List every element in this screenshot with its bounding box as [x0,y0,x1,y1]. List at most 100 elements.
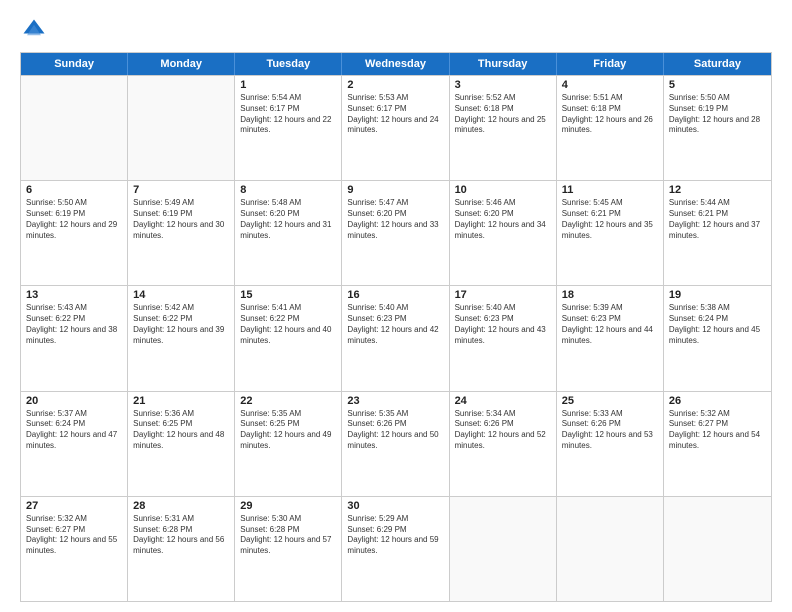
day-cell-20: 20 Sunrise: 5:37 AM Sunset: 6:24 PM Dayli… [21,392,128,496]
day-cell-21: 21 Sunrise: 5:36 AM Sunset: 6:25 PM Dayli… [128,392,235,496]
calendar-body: 1Sunrise: 5:54 AM Sunset: 6:17 PM Daylig… [21,75,771,601]
day-number: 13 [26,289,122,301]
day-number: 27 [26,500,122,512]
weekday-header-saturday: Saturday [664,53,771,75]
day-info: Sunrise: 5:35 AM Sunset: 6:26 PM Dayligh… [347,409,443,452]
day-info: Sunrise: 5:29 AM Sunset: 6:29 PM Dayligh… [347,514,443,557]
day-cell-22: 22Sunrise: 5:35 AM Sunset: 6:25 PM Dayli… [235,392,342,496]
day-cell-29: 29 Sunrise: 5:30 AM Sunset: 6:28 PM Dayli… [235,497,342,601]
day-cell-2: 2 Sunrise: 5:53 AM Sunset: 6:17 PM Daylig… [342,76,449,180]
header [20,16,772,44]
day-number: 5 [669,79,766,91]
day-info: Sunrise: 5:32 AM Sunset: 6:27 PM Dayligh… [669,409,766,452]
day-info: Sunrise: 5:40 AM Sunset: 6:23 PM Dayligh… [455,303,551,346]
day-info: Sunrise: 5:51 AM Sunset: 6:18 PM Dayligh… [562,93,658,136]
day-number: 29 [240,500,336,512]
day-number: 20 [26,395,122,407]
day-number: 15 [240,289,336,301]
day-cell-13: 13 Sunrise: 5:43 AM Sunset: 6:22 PM Dayli… [21,286,128,390]
day-number: 1 [240,79,336,91]
day-cell-11: 11 Sunrise: 5:45 AM Sunset: 6:21 PM Dayli… [557,181,664,285]
day-cell-3: 3 Sunrise: 5:52 AM Sunset: 6:18 PM Daylig… [450,76,557,180]
logo [20,16,52,44]
calendar-row-3: 20 Sunrise: 5:37 AM Sunset: 6:24 PM Dayli… [21,391,771,496]
day-cell-19: 19 Sunrise: 5:38 AM Sunset: 6:24 PM Dayli… [664,286,771,390]
day-cell-18: 18 Sunrise: 5:39 AM Sunset: 6:23 PM Dayli… [557,286,664,390]
day-number: 3 [455,79,551,91]
day-cell-10: 10 Sunrise: 5:46 AM Sunset: 6:20 PM Dayli… [450,181,557,285]
day-cell-25: 25Sunrise: 5:33 AM Sunset: 6:26 PM Dayli… [557,392,664,496]
day-info: Sunrise: 5:36 AM Sunset: 6:25 PM Dayligh… [133,409,229,452]
day-info: Sunrise: 5:40 AM Sunset: 6:23 PM Dayligh… [347,303,443,346]
day-info: Sunrise: 5:37 AM Sunset: 6:24 PM Dayligh… [26,409,122,452]
day-number: 23 [347,395,443,407]
day-info: Sunrise: 5:46 AM Sunset: 6:20 PM Dayligh… [455,198,551,241]
day-info: Sunrise: 5:49 AM Sunset: 6:19 PM Dayligh… [133,198,229,241]
day-info: Sunrise: 5:42 AM Sunset: 6:22 PM Dayligh… [133,303,229,346]
weekday-header-wednesday: Wednesday [342,53,449,75]
day-info: Sunrise: 5:52 AM Sunset: 6:18 PM Dayligh… [455,93,551,136]
day-info: Sunrise: 5:50 AM Sunset: 6:19 PM Dayligh… [669,93,766,136]
day-number: 18 [562,289,658,301]
day-info: Sunrise: 5:33 AM Sunset: 6:26 PM Dayligh… [562,409,658,452]
page: SundayMondayTuesdayWednesdayThursdayFrid… [0,0,792,612]
day-cell-4: 4Sunrise: 5:51 AM Sunset: 6:18 PM Daylig… [557,76,664,180]
day-cell-30: 30 Sunrise: 5:29 AM Sunset: 6:29 PM Dayli… [342,497,449,601]
day-info: Sunrise: 5:43 AM Sunset: 6:22 PM Dayligh… [26,303,122,346]
calendar: SundayMondayTuesdayWednesdayThursdayFrid… [20,52,772,602]
day-info: Sunrise: 5:44 AM Sunset: 6:21 PM Dayligh… [669,198,766,241]
day-info: Sunrise: 5:41 AM Sunset: 6:22 PM Dayligh… [240,303,336,346]
weekday-header-monday: Monday [128,53,235,75]
day-number: 6 [26,184,122,196]
day-cell-6: 6 Sunrise: 5:50 AM Sunset: 6:19 PM Daylig… [21,181,128,285]
calendar-row-4: 27 Sunrise: 5:32 AM Sunset: 6:27 PM Dayli… [21,496,771,601]
day-info: Sunrise: 5:31 AM Sunset: 6:28 PM Dayligh… [133,514,229,557]
day-cell-7: 7 Sunrise: 5:49 AM Sunset: 6:19 PM Daylig… [128,181,235,285]
day-info: Sunrise: 5:47 AM Sunset: 6:20 PM Dayligh… [347,198,443,241]
logo-icon [20,16,48,44]
day-info: Sunrise: 5:45 AM Sunset: 6:21 PM Dayligh… [562,198,658,241]
calendar-row-0: 1Sunrise: 5:54 AM Sunset: 6:17 PM Daylig… [21,75,771,180]
day-info: Sunrise: 5:39 AM Sunset: 6:23 PM Dayligh… [562,303,658,346]
day-info: Sunrise: 5:53 AM Sunset: 6:17 PM Dayligh… [347,93,443,136]
day-cell-26: 26 Sunrise: 5:32 AM Sunset: 6:27 PM Dayli… [664,392,771,496]
day-number: 11 [562,184,658,196]
empty-cell [128,76,235,180]
weekday-header-friday: Friday [557,53,664,75]
calendar-row-1: 6 Sunrise: 5:50 AM Sunset: 6:19 PM Daylig… [21,180,771,285]
day-info: Sunrise: 5:30 AM Sunset: 6:28 PM Dayligh… [240,514,336,557]
day-number: 17 [455,289,551,301]
day-number: 14 [133,289,229,301]
weekday-header-thursday: Thursday [450,53,557,75]
day-number: 30 [347,500,443,512]
day-cell-23: 23 Sunrise: 5:35 AM Sunset: 6:26 PM Dayli… [342,392,449,496]
day-number: 9 [347,184,443,196]
empty-cell [21,76,128,180]
day-number: 21 [133,395,229,407]
day-number: 2 [347,79,443,91]
day-number: 7 [133,184,229,196]
day-cell-15: 15 Sunrise: 5:41 AM Sunset: 6:22 PM Dayli… [235,286,342,390]
day-number: 16 [347,289,443,301]
weekday-header-tuesday: Tuesday [235,53,342,75]
day-info: Sunrise: 5:38 AM Sunset: 6:24 PM Dayligh… [669,303,766,346]
day-cell-8: 8Sunrise: 5:48 AM Sunset: 6:20 PM Daylig… [235,181,342,285]
day-info: Sunrise: 5:32 AM Sunset: 6:27 PM Dayligh… [26,514,122,557]
day-number: 26 [669,395,766,407]
day-cell-27: 27 Sunrise: 5:32 AM Sunset: 6:27 PM Dayli… [21,497,128,601]
day-number: 24 [455,395,551,407]
day-cell-9: 9 Sunrise: 5:47 AM Sunset: 6:20 PM Daylig… [342,181,449,285]
calendar-header: SundayMondayTuesdayWednesdayThursdayFrid… [21,53,771,75]
day-cell-14: 14 Sunrise: 5:42 AM Sunset: 6:22 PM Dayli… [128,286,235,390]
calendar-row-2: 13 Sunrise: 5:43 AM Sunset: 6:22 PM Dayli… [21,285,771,390]
empty-cell [664,497,771,601]
day-cell-12: 12 Sunrise: 5:44 AM Sunset: 6:21 PM Dayli… [664,181,771,285]
weekday-header-sunday: Sunday [21,53,128,75]
day-info: Sunrise: 5:34 AM Sunset: 6:26 PM Dayligh… [455,409,551,452]
day-number: 10 [455,184,551,196]
day-info: Sunrise: 5:50 AM Sunset: 6:19 PM Dayligh… [26,198,122,241]
day-number: 12 [669,184,766,196]
day-cell-17: 17 Sunrise: 5:40 AM Sunset: 6:23 PM Dayli… [450,286,557,390]
day-number: 19 [669,289,766,301]
day-info: Sunrise: 5:35 AM Sunset: 6:25 PM Dayligh… [240,409,336,452]
